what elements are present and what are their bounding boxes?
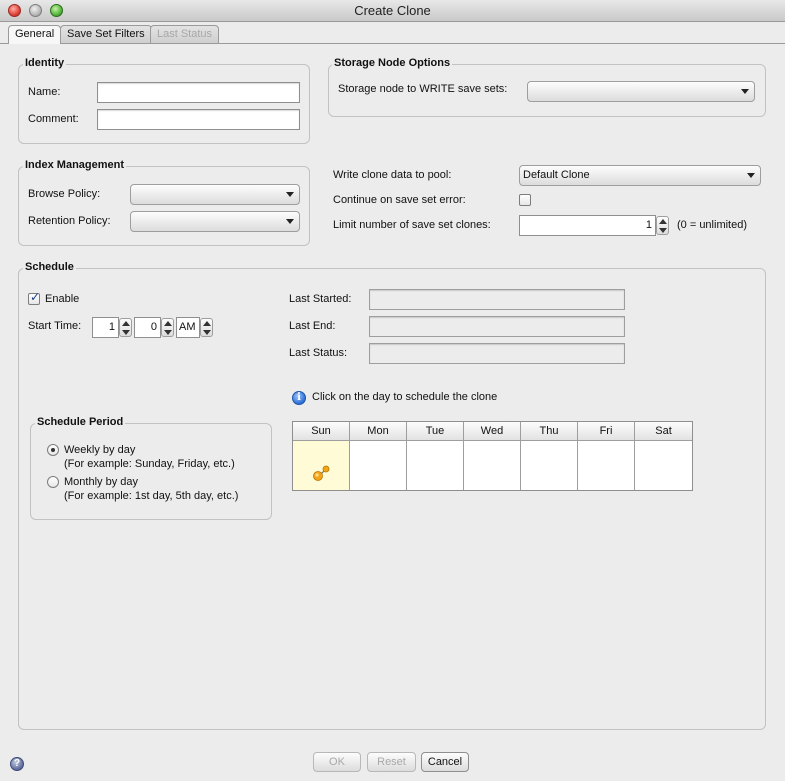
ok-button: OK bbox=[313, 752, 361, 772]
schedule-period-group bbox=[30, 423, 272, 520]
schedule-title: Schedule bbox=[23, 261, 76, 273]
identity-group bbox=[18, 64, 310, 144]
start-minute-stepper[interactable] bbox=[161, 318, 174, 337]
day-cell-thu[interactable] bbox=[521, 441, 578, 490]
tab-general[interactable]: General bbox=[8, 25, 62, 44]
pool-value: Default Clone bbox=[523, 169, 590, 181]
day-cell-sun[interactable] bbox=[293, 441, 350, 490]
start-ampm-stepper[interactable] bbox=[200, 318, 213, 337]
info-icon: i bbox=[292, 391, 306, 405]
name-label: Name: bbox=[28, 86, 61, 98]
stepper-down-icon bbox=[203, 330, 211, 335]
monthly-example: (For example: 1st day, 5th day, etc.) bbox=[64, 490, 239, 502]
name-input[interactable] bbox=[97, 82, 300, 103]
storage-node-write-select[interactable] bbox=[527, 81, 755, 102]
storage-node-write-label: Storage node to WRITE save sets: bbox=[338, 83, 508, 95]
tab-divider bbox=[0, 43, 785, 44]
limit-clones-label: Limit number of save set clones: bbox=[333, 219, 491, 231]
day-cell-sat[interactable] bbox=[635, 441, 692, 490]
continue-on-error-label: Continue on save set error: bbox=[333, 194, 466, 206]
last-status-label: Last Status: bbox=[289, 347, 348, 359]
last-started-label: Last Started: bbox=[289, 293, 352, 305]
stepper-down-icon bbox=[122, 330, 130, 335]
stepper-up-icon bbox=[203, 321, 211, 326]
start-hour-input[interactable]: 1 bbox=[92, 317, 119, 338]
day-cell-wed[interactable] bbox=[464, 441, 521, 490]
start-hour-stepper[interactable] bbox=[119, 318, 132, 337]
pool-select[interactable]: Default Clone bbox=[519, 165, 761, 186]
stepper-up-icon bbox=[164, 321, 172, 326]
index-management-title: Index Management bbox=[23, 159, 127, 171]
day-cell-tue[interactable] bbox=[407, 441, 464, 490]
limit-clones-input[interactable]: 1 bbox=[519, 215, 656, 236]
storage-node-title: Storage Node Options bbox=[332, 57, 453, 69]
stepper-down-icon bbox=[659, 228, 667, 233]
last-end-field bbox=[369, 316, 625, 337]
comment-label: Comment: bbox=[28, 113, 79, 125]
stepper-up-icon bbox=[122, 321, 130, 326]
limit-clones-stepper[interactable] bbox=[656, 216, 669, 235]
schedule-day-calendar: Sun Mon Tue Wed Thu Fri Sat bbox=[292, 421, 693, 491]
enable-checkbox[interactable]: ✓ bbox=[28, 290, 41, 305]
window-title: Create Clone bbox=[354, 3, 431, 18]
retention-policy-label: Retention Policy: bbox=[28, 215, 111, 227]
day-cell-mon[interactable] bbox=[350, 441, 407, 490]
last-status-field bbox=[369, 343, 625, 364]
start-minute-input[interactable]: 0 bbox=[134, 317, 161, 338]
limit-clones-hint: (0 = unlimited) bbox=[677, 219, 748, 231]
help-icon[interactable]: ? bbox=[10, 757, 24, 771]
start-time-label: Start Time: bbox=[28, 320, 82, 332]
stepper-up-icon bbox=[659, 219, 667, 224]
chevron-down-icon bbox=[286, 192, 294, 197]
browse-policy-label: Browse Policy: bbox=[28, 188, 101, 200]
day-header-sun: Sun bbox=[293, 422, 350, 441]
chevron-down-icon bbox=[286, 219, 294, 224]
start-ampm-input[interactable]: AM bbox=[176, 317, 200, 338]
monthly-radio[interactable] bbox=[47, 476, 59, 488]
last-end-label: Last End: bbox=[289, 320, 336, 332]
checkmark-icon: ✓ bbox=[30, 290, 41, 304]
pool-label: Write clone data to pool: bbox=[333, 169, 452, 181]
day-header-sat: Sat bbox=[635, 422, 692, 441]
retention-policy-select[interactable] bbox=[130, 211, 300, 232]
enable-label: Enable bbox=[45, 293, 80, 305]
weekly-radio[interactable] bbox=[47, 444, 59, 456]
chevron-down-icon bbox=[747, 173, 755, 178]
tab-save-set-filters[interactable]: Save Set Filters bbox=[60, 25, 152, 43]
schedule-info-text: Click on the day to schedule the clone bbox=[312, 391, 498, 403]
day-header-thu: Thu bbox=[521, 422, 578, 441]
browse-policy-select[interactable] bbox=[130, 184, 300, 205]
day-header-wed: Wed bbox=[464, 422, 521, 441]
stepper-down-icon bbox=[164, 330, 172, 335]
schedule-period-title: Schedule Period bbox=[35, 416, 126, 428]
day-cell-fri[interactable] bbox=[578, 441, 635, 490]
tab-last-status: Last Status bbox=[150, 25, 220, 43]
chevron-down-icon bbox=[741, 89, 749, 94]
weekly-label: Weekly by day bbox=[64, 444, 136, 456]
weekly-example: (For example: Sunday, Friday, etc.) bbox=[64, 458, 235, 470]
day-header-tue: Tue bbox=[407, 422, 464, 441]
index-management-group bbox=[18, 166, 310, 246]
radio-selected-dot bbox=[51, 448, 55, 452]
day-header-mon: Mon bbox=[350, 422, 407, 441]
cancel-button[interactable]: Cancel bbox=[421, 752, 469, 772]
monthly-label: Monthly by day bbox=[64, 476, 138, 488]
identity-title: Identity bbox=[23, 57, 67, 69]
reset-button: Reset bbox=[367, 752, 416, 772]
clone-schedule-icon bbox=[313, 465, 330, 481]
comment-input[interactable] bbox=[97, 109, 300, 130]
continue-on-error-checkbox[interactable] bbox=[519, 194, 531, 206]
last-started-field bbox=[369, 289, 625, 310]
day-header-fri: Fri bbox=[578, 422, 635, 441]
